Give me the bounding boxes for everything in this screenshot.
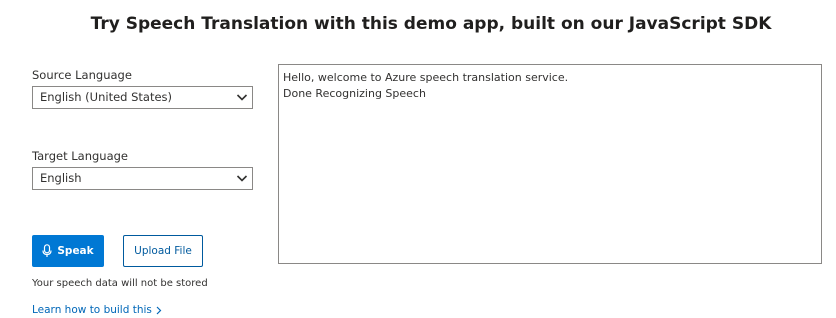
output-line: Done Recognizing Speech: [283, 87, 426, 100]
chevron-down-icon: [236, 175, 248, 182]
speech-translation-demo: Try Speech Translation with this demo ap…: [0, 0, 836, 318]
learn-how-link-label: Learn how to build this: [32, 304, 152, 316]
upload-file-button[interactable]: Upload File: [123, 235, 203, 267]
upload-file-button-label: Upload File: [134, 245, 192, 257]
speak-button-label: Speak: [57, 245, 94, 257]
target-language-label: Target Language: [32, 149, 128, 163]
chevron-right-icon: [156, 306, 162, 314]
microphone-icon: [42, 244, 52, 257]
speak-button[interactable]: Speak: [32, 235, 104, 267]
chevron-down-icon: [236, 94, 248, 101]
source-language-select[interactable]: English (United States): [32, 86, 253, 109]
target-language-select[interactable]: English: [32, 167, 253, 190]
translation-output[interactable]: Hello, welcome to Azure speech translati…: [278, 64, 822, 264]
source-language-label: Source Language: [32, 68, 132, 82]
learn-how-link[interactable]: Learn how to build this: [32, 304, 162, 316]
page-title: Try Speech Translation with this demo ap…: [90, 14, 772, 34]
output-line: Hello, welcome to Azure speech translati…: [283, 71, 569, 84]
privacy-note: Your speech data will not be stored: [32, 278, 208, 289]
source-language-value: English (United States): [40, 90, 173, 104]
target-language-value: English: [40, 171, 82, 185]
